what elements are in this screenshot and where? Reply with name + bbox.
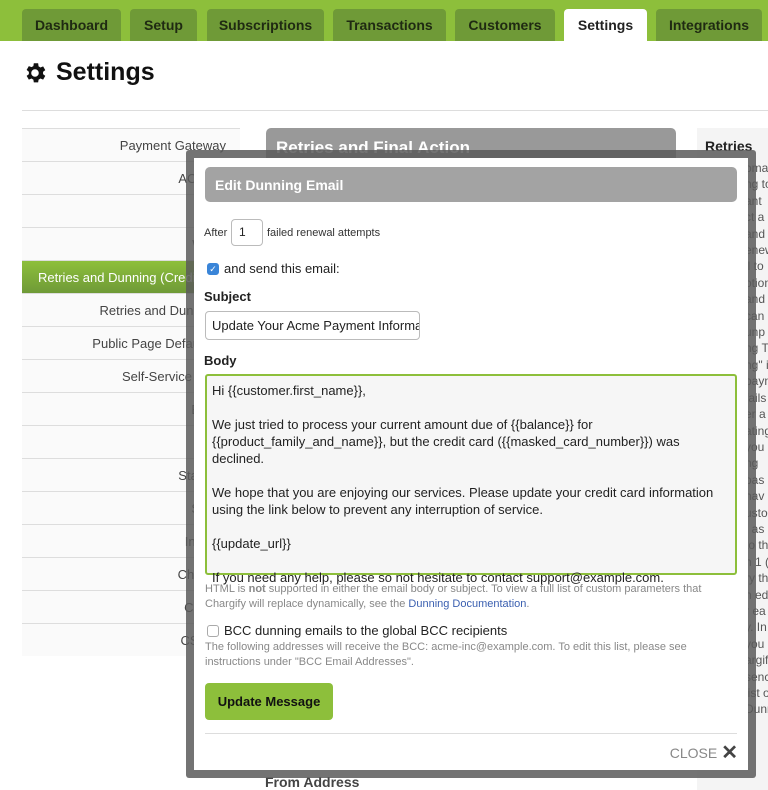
- after-label: After: [204, 227, 228, 239]
- tab-customers[interactable]: Customers: [455, 9, 555, 41]
- divider: [205, 733, 737, 734]
- top-nav: Dashboard Setup Subscriptions Transactio…: [0, 0, 768, 41]
- close-label: CLOSE: [669, 744, 718, 761]
- subject-label: Subject: [204, 289, 251, 304]
- tab-dashboard[interactable]: Dashboard: [22, 9, 121, 41]
- body-label: Body: [204, 353, 237, 368]
- divider: [22, 110, 768, 111]
- hint-bold: not: [248, 583, 266, 595]
- gear-icon: [26, 62, 46, 82]
- bcc-label: BCC dunning emails to the global BCC rec…: [224, 623, 508, 638]
- close-icon: ✕: [721, 742, 738, 764]
- tab-settings[interactable]: Settings: [564, 9, 647, 41]
- subject-input[interactable]: Update Your Acme Payment Informa: [205, 311, 420, 340]
- page-title-text: Settings: [56, 58, 155, 86]
- tab-setup[interactable]: Setup: [130, 9, 197, 41]
- update-message-button[interactable]: Update Message: [205, 683, 333, 720]
- tab-subscriptions[interactable]: Subscriptions: [207, 9, 324, 41]
- attempts-suffix: failed renewal attempts: [267, 227, 381, 239]
- modal-title: Edit Dunning Email: [205, 167, 737, 202]
- bcc-checkbox[interactable]: [207, 625, 219, 637]
- tab-integrations[interactable]: Integrations: [656, 9, 762, 41]
- body-textarea[interactable]: Hi {{customer.first_name}}, We just trie…: [205, 374, 737, 585]
- html-hint: HTML is not supported in either the emai…: [205, 582, 735, 612]
- send-email-checkbox[interactable]: ✓: [207, 263, 219, 275]
- hint-text: .: [526, 598, 530, 610]
- attempts-input[interactable]: 1: [231, 219, 263, 246]
- page-title: Settings: [22, 58, 155, 87]
- dunning-documentation-link[interactable]: Dunning Documentation: [408, 598, 526, 610]
- bcc-note: The following addresses will receive the…: [205, 641, 687, 668]
- close-button[interactable]: CLOSE ✕: [670, 740, 738, 765]
- tab-transactions[interactable]: Transactions: [333, 9, 446, 41]
- edit-dunning-email-modal: Edit Dunning Email After 1 failed renewa…: [194, 158, 748, 770]
- send-email-label: and send this email:: [224, 261, 340, 276]
- hint-text: HTML is: [205, 583, 249, 595]
